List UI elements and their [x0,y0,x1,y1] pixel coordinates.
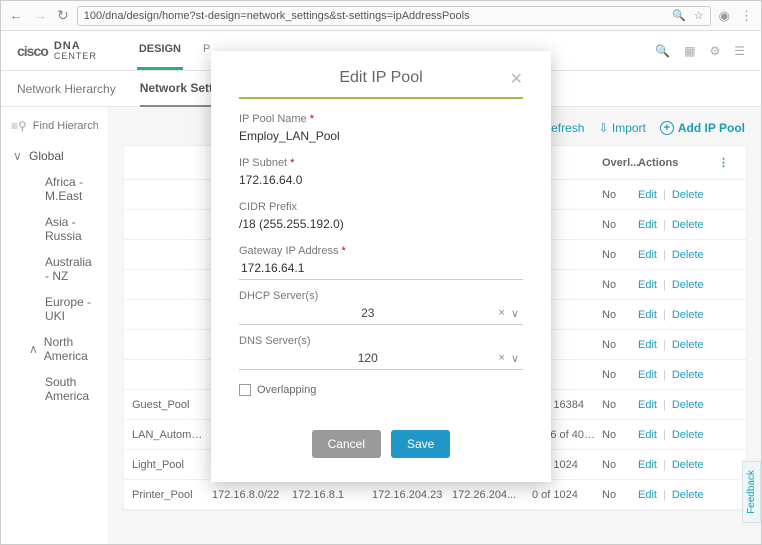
label-gateway: Gateway IP Address [239,245,523,257]
url-bar[interactable]: 100/dna/design/home?st-design=network_se… [77,6,711,26]
modal-overlay: Edit IP Pool ✕ IP Pool Name Employ_LAN_P… [1,31,761,544]
label-pool-name: IP Pool Name [239,113,523,125]
edit-ip-pool-modal: Edit IP Pool ✕ IP Pool Name Employ_LAN_P… [211,51,551,482]
value-cidr: /18 (255.255.192.0) [239,213,523,235]
clear-icon[interactable]: × [495,352,509,364]
value-subnet: 172.16.64.0 [239,169,523,191]
save-button[interactable]: Save [391,430,450,458]
label-cidr: CIDR Prefix [239,201,523,213]
back-icon[interactable]: ← [9,7,23,24]
overlapping-checkbox[interactable] [239,384,251,396]
cancel-button[interactable]: Cancel [312,430,381,458]
browser-chrome: ← → ↻ 100/dna/design/home?st-design=netw… [1,1,761,31]
label-subnet: IP Subnet [239,157,523,169]
chevron-down-icon[interactable]: ∨ [509,352,521,365]
reload-icon[interactable]: ↻ [57,7,69,24]
close-icon[interactable]: ✕ [510,69,523,89]
label-dhcp: DHCP Server(s) [239,290,523,302]
label-dns: DNS Server(s) [239,335,523,347]
dhcp-select[interactable]: 23 × ∨ [239,302,523,325]
extension-icon[interactable]: ◉ [719,8,730,24]
dns-select[interactable]: 120 × ∨ [239,347,523,370]
value-pool-name: Employ_LAN_Pool [239,125,523,147]
menu-icon[interactable]: ⋮ [740,8,753,24]
clear-icon[interactable]: × [495,307,509,319]
chevron-down-icon[interactable]: ∨ [509,307,521,320]
modal-title: Edit IP Pool [339,69,422,87]
search-in-url-icon[interactable]: 🔍 [672,9,686,22]
forward-icon[interactable]: → [33,7,47,24]
label-overlap: Overlapping [257,384,316,396]
url-text: 100/dna/design/home?st-design=network_se… [84,10,470,22]
gateway-input[interactable]: 172.16.64.1 [239,257,523,280]
bookmark-icon[interactable]: ☆ [694,9,704,22]
